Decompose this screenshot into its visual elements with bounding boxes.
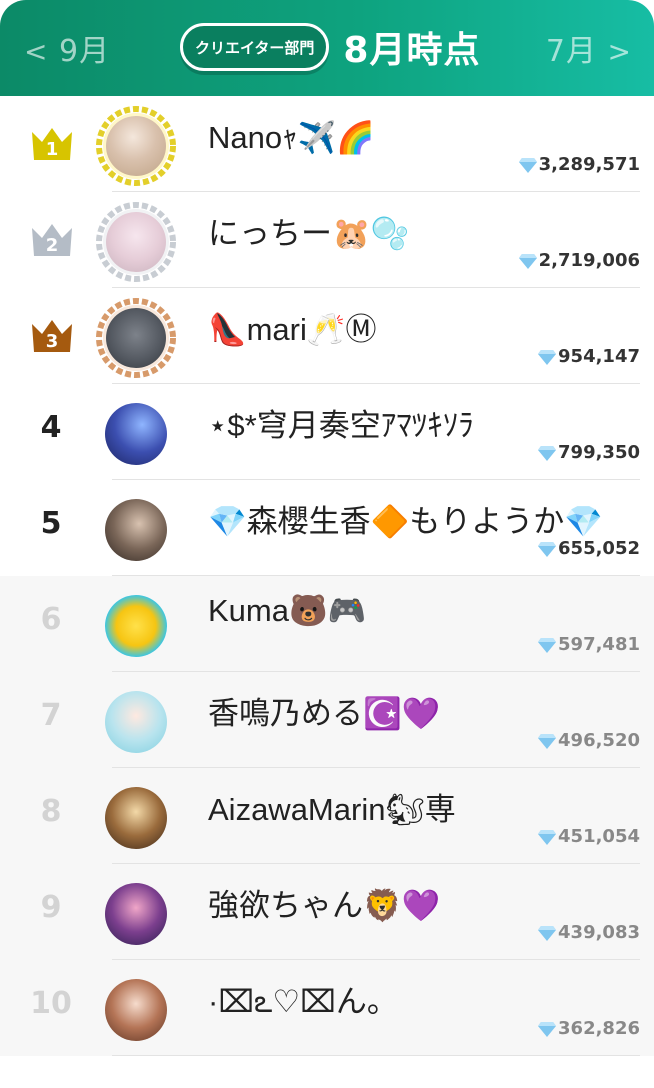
rank-number: 2 [45,235,59,256]
score: 496,520 [538,730,640,751]
ranking-row[interactable]: 5 💎森櫻生香🔶もりようか💎 655,052 [0,480,654,576]
avatar[interactable] [96,682,176,762]
creator-name: 香鳴乃める☪️💜 [208,696,441,731]
ranking-row[interactable]: 9 強欲ちゃん🦁💜 439,083 [0,864,654,960]
ranking-row[interactable]: 2 にっちー🐹🫧 2,719,006 [0,192,654,288]
avatar[interactable] [96,202,176,282]
rank-number: 1 [45,139,59,160]
prev-month-button[interactable]: < 9月 [24,26,110,70]
gold-crown-icon: 1 [30,126,74,162]
avatar[interactable] [96,586,176,666]
score-value: 655,052 [558,538,640,559]
diamond-icon [538,733,557,749]
creator-name: 強欲ちゃん🦁💜 [208,888,441,923]
rank-number: 3 [45,331,59,352]
score: 439,083 [538,922,640,943]
score: 3,289,571 [518,154,640,175]
prev-month-label: 9月 [59,34,111,69]
avatar-image [106,212,166,272]
diamond-icon [518,157,537,173]
creator-name: Nanoｬ✈️🌈 [208,120,375,155]
diamond-icon [538,1021,557,1037]
ranking-header: < 9月 クリエイター部門 8月時点 7月 > [0,0,654,96]
score: 362,826 [538,1018,640,1039]
diamond-icon [538,829,557,845]
creator-name: Kuma🐻🎮 [208,593,367,628]
ranking-list: 1 Nanoｬ✈️🌈 3,289,571 2 にっちー🐹🫧 2,719,006 … [0,96,654,1056]
score: 799,350 [538,442,640,463]
ranking-row[interactable]: 1 Nanoｬ✈️🌈 3,289,571 [0,96,654,192]
creator-name: ⋆$*穹月奏空ｱﾏﾂｷｿﾗ [208,408,474,443]
rank-number: 5 [40,506,62,541]
ranking-row[interactable]: 7 香鳴乃める☪️💜 496,520 [0,672,654,768]
ranking-row[interactable]: 10 ·⌧ఽ♡⌧ん。 362,826 [0,960,654,1056]
avatar[interactable] [96,874,176,954]
avatar-image [105,979,167,1041]
score-value: 362,826 [558,1018,640,1039]
score-value: 3,289,571 [538,154,640,175]
ranking-row[interactable]: 4 ⋆$*穹月奏空ｱﾏﾂｷｿﾗ 799,350 [0,384,654,480]
creator-name: ·⌧ఽ♡⌧ん。 [208,984,398,1019]
avatar[interactable] [96,970,176,1050]
ranking-card: < 9月 クリエイター部門 8月時点 7月 > 1 Nanoｬ✈️🌈 3,289… [0,0,654,1088]
silver-crown-icon: 2 [30,222,74,258]
diamond-icon [538,637,557,653]
score-value: 2,719,006 [538,250,640,271]
avatar-image [105,499,167,561]
avatar[interactable] [96,298,176,378]
diamond-icon [538,445,557,461]
diamond-icon [538,541,557,557]
avatar-image [105,691,167,753]
score: 954,147 [538,346,640,367]
diamond-icon [538,349,557,365]
avatar[interactable] [96,394,176,474]
score-value: 451,054 [558,826,640,847]
bronze-crown-icon: 3 [30,318,74,354]
avatar-image [105,883,167,945]
score-value: 954,147 [558,346,640,367]
avatar-image [105,595,167,657]
avatar-image [105,787,167,849]
header-title-group: クリエイター部門 8月時点 [180,22,480,72]
avatar-image [105,403,167,465]
category-pill: クリエイター部門 [180,23,330,71]
rank-number: 4 [40,410,62,445]
row-divider [112,1055,640,1056]
score: 2,719,006 [518,250,640,271]
creator-name: 💎森櫻生香🔶もりようか💎 [208,504,603,539]
rank-number: 8 [40,794,62,829]
ranking-row[interactable]: 8 AizawaMarin🐿専 451,054 [0,768,654,864]
next-month-label: 7月 [545,34,597,69]
avatar[interactable] [96,106,176,186]
diamond-icon [518,253,537,269]
rank-number: 9 [40,890,62,925]
score: 655,052 [538,538,640,559]
score: 451,054 [538,826,640,847]
creator-name: にっちー🐹🫧 [208,216,410,251]
score-value: 496,520 [558,730,640,751]
rank-number: 10 [30,986,72,1021]
avatar-image [106,308,166,368]
score-value: 439,083 [558,922,640,943]
avatar[interactable] [96,490,176,570]
avatar[interactable] [96,778,176,858]
next-month-button[interactable]: 7月 > [546,26,632,70]
creator-name: 👠mari🥂Ⓜ [208,312,377,347]
score-value: 597,481 [558,634,640,655]
chevron-right-icon: > [607,35,632,68]
ranking-row[interactable]: 3 👠mari🥂Ⓜ 954,147 [0,288,654,384]
rank-number: 7 [40,698,62,733]
diamond-icon [538,925,557,941]
score-value: 799,350 [558,442,640,463]
score: 597,481 [538,634,640,655]
creator-name: AizawaMarin🐿専 [208,792,456,827]
chevron-left-icon: < [24,35,49,68]
ranking-row[interactable]: 6 Kuma🐻🎮 597,481 [0,576,654,672]
period-title: 8月時点 [343,30,481,71]
rank-number: 6 [40,602,62,637]
avatar-image [106,116,166,176]
